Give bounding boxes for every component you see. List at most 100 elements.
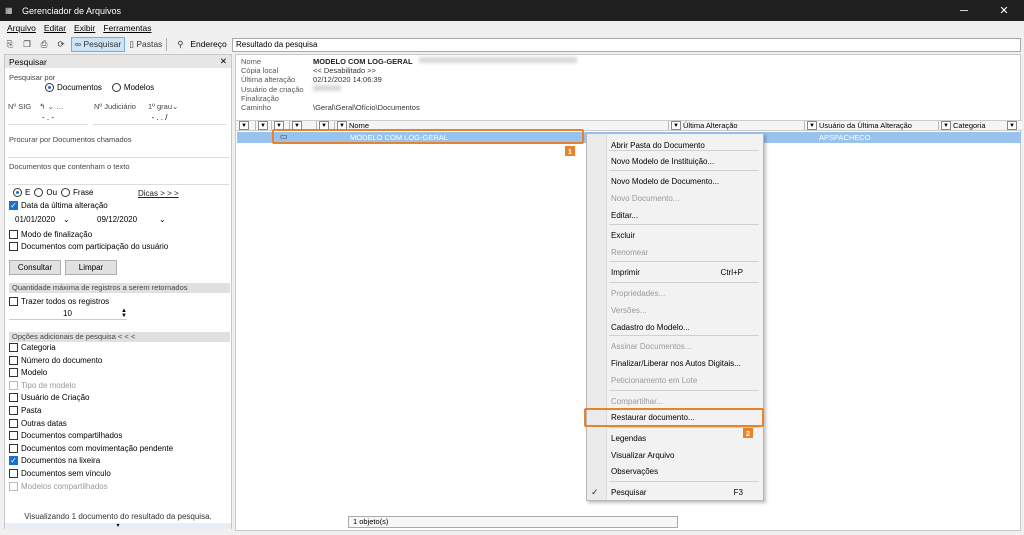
text-operator-radios: E Ou Frase [13,188,97,197]
option-checkbox[interactable]: Usuário de Criação [9,393,90,403]
option-checkbox[interactable]: ✓ Documentos na lixeira [9,456,100,466]
menu-editar[interactable]: Editar [44,23,66,33]
context-menu-item[interactable]: Novo Modelo de Documento... [611,174,761,188]
close-button[interactable]: ✕ [984,0,1024,21]
column-last-change-label: Última Alteração [683,121,738,130]
context-menu-item[interactable]: Visualizar Arquivo [611,448,761,462]
containing-field[interactable] [8,173,229,185]
context-menu-item[interactable]: Excluir [611,228,761,242]
window-title: Gerenciador de Arquivos [22,5,122,16]
menu-separator [609,481,759,482]
participation-checkbox[interactable]: Documentos com participação do usuário [9,242,168,251]
results-summary: Visualizando 1 documento do resultado da… [24,512,212,521]
called-field[interactable] [8,146,229,158]
option-label: Documentos compartilhados [21,431,123,441]
sig-field[interactable]: - . - [8,113,88,125]
new-icon[interactable]: ⎘ [3,37,17,52]
checkbox-box [9,393,18,403]
context-menu-item[interactable]: Observações [611,464,761,478]
context-menu-item: Compartilhar... [611,394,761,408]
context-menu-item-label: Excluir [611,230,636,240]
context-menu-item[interactable]: Cadastro do Modelo... [611,320,761,334]
address-field[interactable]: Resultado da pesquisa [232,38,1021,52]
date-from-picker[interactable]: 01/01/2020 ⌄ [15,214,90,225]
folders-button-label: Pastas [136,39,163,49]
degree-chevron-icon[interactable]: ⌄ [172,102,178,111]
spinner-arrows-icon[interactable]: ▲ ▼ [121,308,127,319]
search-panel: Pesquisar ✕ Pesquisar por Documentos Mod… [4,54,232,529]
all-records-checkbox[interactable]: Trazer todos os registros [9,297,109,306]
dropdown-arrow-icon: ▼ [258,121,268,130]
finalization-checkbox[interactable]: Modo de finalização [9,230,92,239]
judicial-field[interactable]: - . . / [93,113,226,125]
tips-link[interactable]: Dicas > > > [138,189,179,198]
info-row-last-change: Última alteração 02/12/2020 14:06:39 [241,75,577,84]
context-menu-item[interactable]: Legendas [611,431,761,445]
menu-exibir[interactable]: Exibir [74,23,95,33]
column-last-user[interactable]: ▼ Usuário da Última Alteração [805,121,939,130]
refresh-icon[interactable]: ⟳ [54,37,68,52]
context-menu-item[interactable]: Abrir Pasta do Documento [611,138,761,152]
title-bar: ▦ Gerenciador de Arquivos ─ ✕ [0,0,1024,21]
option-checkbox[interactable]: Categoria [9,343,56,352]
radio-dot [45,83,54,92]
checkbox-box [9,406,18,415]
column-last-change[interactable]: ▼ Última Alteração [669,121,805,130]
checkbox-box [9,431,18,441]
checkbox-box [9,443,18,453]
context-menu-item-label: Versões... [611,305,647,315]
checkbox-box [9,343,18,352]
address-label: Endereço [190,39,227,49]
radio-dot [13,188,22,197]
context-menu-item[interactable]: Finalizar/Liberar nos Autos Digitais... [611,356,761,370]
last-change-checkbox[interactable]: ✓ Data da última alteração [9,201,108,210]
radio-e[interactable]: E [13,188,30,197]
option-label: Modelos compartilhados [21,481,108,491]
radio-ou[interactable]: Ou [34,188,57,197]
print-icon[interactable]: ⎙ [37,37,51,52]
context-menu-item[interactable]: Editar... [611,208,761,222]
consult-button[interactable]: Consultar [9,260,61,275]
column-category[interactable]: ▼ Categoria ▼ [939,121,1019,130]
checkbox-box [9,380,18,390]
option-label: Usuário de Criação [21,393,90,403]
option-checkbox[interactable]: Documentos com movimentação pendente [9,443,173,453]
menu-separator [609,261,759,262]
search-button[interactable]: ∞ Pesquisar [71,36,126,52]
copy-icon[interactable]: ❐ [20,37,34,52]
minimize-button[interactable]: ─ [944,0,984,21]
context-menu-item-label: Compartilhar... [611,396,664,406]
max-records-value: 10 [63,309,72,318]
menu-arquivo[interactable]: Arquivo [7,23,36,33]
context-menu-item[interactable]: Pesquisar F3 [611,485,761,499]
max-records-spinner[interactable]: 10 ▲ ▼ [9,308,127,320]
radio-dot [61,188,71,197]
option-checkbox[interactable]: Número do documento [9,355,102,365]
dropdown-arrow-icon: ▼ [671,121,681,130]
clear-button[interactable]: Limpar [65,260,117,275]
option-checkbox[interactable]: Documentos compartilhados [9,431,123,441]
radio-documents[interactable]: Documentos [45,83,102,92]
folders-button[interactable]: ▯ Pastas [128,37,163,52]
option-checkbox[interactable]: Modelo [9,368,47,378]
menu-ferramentas[interactable]: Ferramentas [103,23,151,33]
radio-frase-label: Frase [73,188,94,197]
column-filter-1[interactable]: ▼ [236,121,256,130]
context-menu-item-label: Peticionamento em Lote [611,375,698,385]
context-menu-item[interactable]: Novo Modelo de Instituição... [611,154,761,168]
info-row-name: Nome MODELO COM LOG-GERAL [241,57,577,66]
option-checkbox[interactable]: Outras datas [9,418,67,428]
column-filter-2[interactable]: ▼ [256,121,272,130]
context-menu-item-label: Novo Documento... [611,193,680,203]
dropdown-arrow-icon: ▼ [239,121,249,130]
radio-frase[interactable]: Frase [61,188,93,197]
option-checkbox[interactable]: Documentos sem vínculo [9,469,111,478]
date-to-picker[interactable]: 09/12/2020 ⌄ [97,214,177,225]
radio-models[interactable]: Modelos [111,83,154,92]
option-label: Documentos sem vínculo [21,469,111,478]
context-menu-item[interactable]: Imprimir Ctrl+P [611,265,761,279]
options-title[interactable]: Opções adicionais de pesquisa < < < [9,332,230,342]
close-panel-icon[interactable]: ✕ [220,56,227,67]
option-checkbox[interactable]: Pasta [9,406,41,415]
context-menu-item-label: Novo Modelo de Documento... [611,176,720,186]
